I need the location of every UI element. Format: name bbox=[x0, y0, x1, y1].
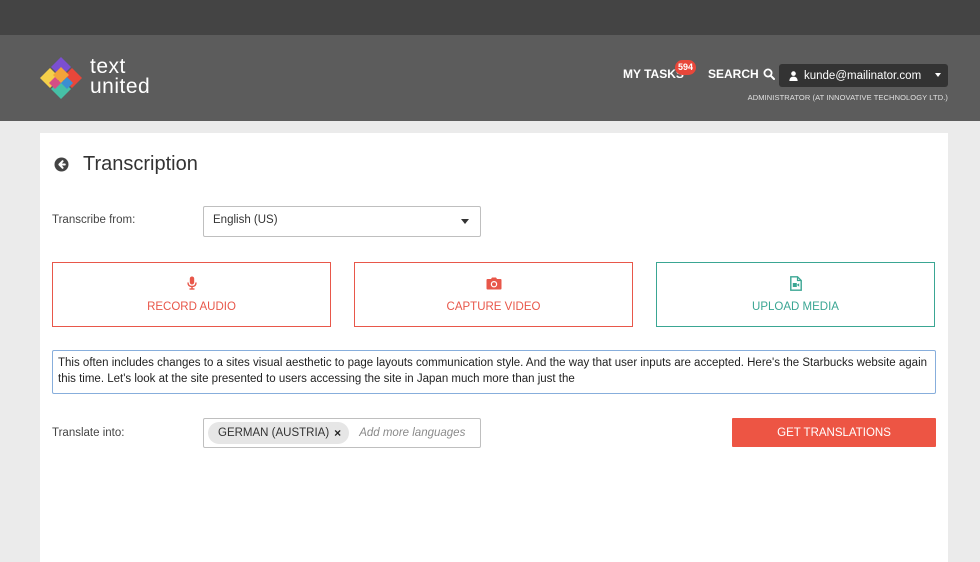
language-chip-label: GERMAN (AUSTRIA) bbox=[218, 427, 330, 439]
text-united-logo-icon bbox=[40, 57, 82, 99]
upload-media-label: UPLOAD MEDIA bbox=[752, 301, 839, 313]
search-link[interactable]: SEARCH bbox=[708, 67, 775, 81]
upload-media-button[interactable]: UPLOAD MEDIA bbox=[656, 262, 935, 327]
browser-top-strip bbox=[0, 0, 980, 35]
transcript-textarea[interactable]: This often includes changes to a sites v… bbox=[52, 350, 936, 394]
logo-text-line2: united bbox=[90, 75, 151, 98]
page-title: Transcription bbox=[83, 153, 198, 175]
target-languages-input[interactable]: GERMAN (AUSTRIA) × Add more languages bbox=[203, 418, 481, 448]
transcription-card: Transcription Transcribe from: English (… bbox=[40, 133, 948, 562]
capture-video-label: CAPTURE VIDEO bbox=[446, 301, 541, 313]
record-audio-label: RECORD AUDIO bbox=[147, 301, 236, 313]
video-file-icon bbox=[789, 275, 802, 291]
search-icon bbox=[763, 68, 775, 80]
close-icon[interactable]: × bbox=[334, 426, 341, 440]
user-icon bbox=[789, 70, 798, 81]
logo[interactable]: text united bbox=[38, 55, 158, 101]
record-audio-button[interactable]: RECORD AUDIO bbox=[52, 262, 331, 327]
transcribe-from-label: Transcribe from: bbox=[52, 214, 136, 226]
tasks-count-badge: 594 bbox=[675, 60, 697, 75]
microphone-icon bbox=[186, 275, 197, 291]
chevron-down-icon bbox=[935, 73, 941, 77]
page-title-row: Transcription bbox=[54, 153, 198, 176]
get-translations-button[interactable]: GET TRANSLATIONS bbox=[732, 418, 936, 447]
source-language-select[interactable]: English (US) bbox=[203, 206, 481, 237]
logo-text-line1: text bbox=[90, 55, 126, 78]
logo-wordmark: text united bbox=[90, 55, 151, 98]
user-email: kunde@mailinator.com bbox=[804, 69, 922, 82]
add-languages-placeholder: Add more languages bbox=[359, 427, 466, 439]
chevron-down-icon bbox=[461, 219, 469, 224]
source-language-value: English (US) bbox=[213, 214, 278, 226]
user-role: ADMINISTRATOR (AT INNOVATIVE TECHNOLOGY … bbox=[747, 93, 948, 102]
back-arrow-circle-icon[interactable] bbox=[54, 157, 69, 172]
translate-into-label: Translate into: bbox=[52, 427, 125, 439]
language-chip: GERMAN (AUSTRIA) × bbox=[208, 422, 350, 444]
capture-video-button[interactable]: CAPTURE VIDEO bbox=[354, 262, 633, 327]
search-label: SEARCH bbox=[708, 67, 759, 81]
user-menu-button[interactable]: kunde@mailinator.com bbox=[779, 64, 948, 87]
app-header: text united MY TASKS 594 SEARCH kunde@ma… bbox=[0, 35, 980, 121]
camera-icon bbox=[486, 275, 502, 291]
